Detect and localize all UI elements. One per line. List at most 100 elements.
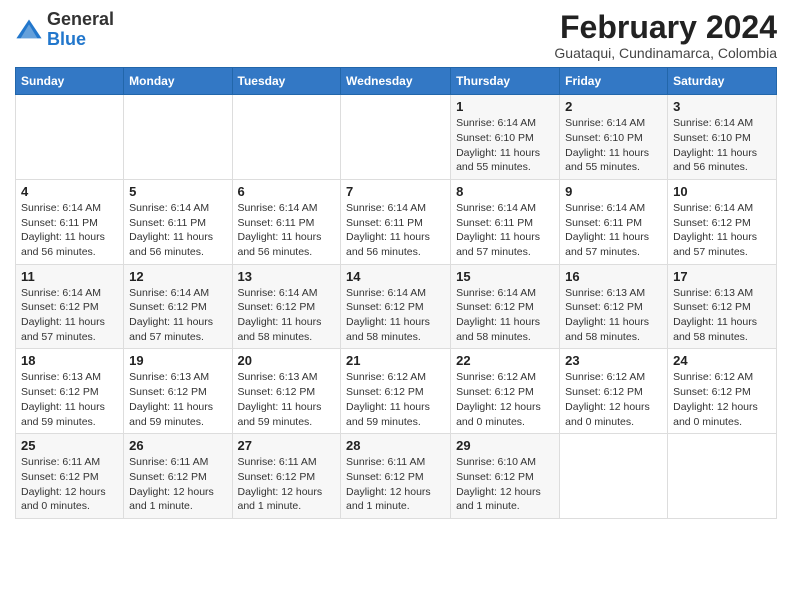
day-info: Sunrise: 6:14 AMSunset: 6:12 PMDaylight:… (129, 286, 226, 345)
day-info: Sunrise: 6:14 AMSunset: 6:12 PMDaylight:… (456, 286, 554, 345)
day-number: 5 (129, 184, 226, 199)
logo-text: General Blue (47, 10, 114, 50)
day-cell: 4Sunrise: 6:14 AMSunset: 6:11 PMDaylight… (16, 179, 124, 264)
day-cell: 29 Sunrise: 6:10 AMSunset: 6:12 PMDayligh… (451, 434, 560, 519)
day-cell: 25 Sunrise: 6:11 AMSunset: 6:12 PMDayligh… (16, 434, 124, 519)
day-info: Sunrise: 6:14 AMSunset: 6:10 PMDaylight:… (673, 116, 771, 175)
day-number: 26 (129, 438, 226, 453)
day-cell: 3 Sunrise: 6:14 AMSunset: 6:10 PMDaylight… (668, 95, 777, 180)
day-header-tuesday: Tuesday (232, 68, 341, 95)
day-header-friday: Friday (560, 68, 668, 95)
day-cell: 21 Sunrise: 6:12 AMSunset: 6:12 PMDayligh… (341, 349, 451, 434)
day-cell: 20Sunrise: 6:13 AMSunset: 6:12 PMDayligh… (232, 349, 341, 434)
day-number: 2 (565, 99, 662, 114)
day-info: Sunrise: 6:14 AMSunset: 6:11 PMDaylight:… (346, 201, 445, 260)
day-info: Sunrise: 6:11 AMSunset: 6:12 PMDaylight:… (238, 455, 336, 514)
day-number: 8 (456, 184, 554, 199)
day-header-sunday: Sunday (16, 68, 124, 95)
day-info: Sunrise: 6:14 AMSunset: 6:11 PMDaylight:… (565, 201, 662, 260)
day-number: 21 (346, 353, 445, 368)
day-number: 15 (456, 269, 554, 284)
day-number: 22 (456, 353, 554, 368)
day-number: 17 (673, 269, 771, 284)
day-cell: 22 Sunrise: 6:12 AMSunset: 6:12 PMDayligh… (451, 349, 560, 434)
day-header-saturday: Saturday (668, 68, 777, 95)
day-cell: 19 Sunrise: 6:13 AMSunset: 6:12 PMDayligh… (124, 349, 232, 434)
day-info: Sunrise: 6:10 AMSunset: 6:12 PMDaylight:… (456, 455, 554, 514)
day-cell (341, 95, 451, 180)
day-number: 28 (346, 438, 445, 453)
day-info: Sunrise: 6:14 AMSunset: 6:10 PMDaylight:… (565, 116, 662, 175)
day-cell: 28 Sunrise: 6:11 AMSunset: 6:12 PMDayligh… (341, 434, 451, 519)
day-cell: 16Sunrise: 6:13 AMSunset: 6:12 PMDayligh… (560, 264, 668, 349)
day-cell: 10 Sunrise: 6:14 AMSunset: 6:12 PMDayligh… (668, 179, 777, 264)
day-cell (668, 434, 777, 519)
day-info: Sunrise: 6:14 AMSunset: 6:10 PMDaylight:… (456, 116, 554, 175)
calendar-header-row: SundayMondayTuesdayWednesdayThursdayFrid… (16, 68, 777, 95)
day-info: Sunrise: 6:14 AMSunset: 6:12 PMDaylight:… (238, 286, 336, 345)
day-info: Sunrise: 6:12 AMSunset: 6:12 PMDaylight:… (456, 370, 554, 429)
day-number: 16 (565, 269, 662, 284)
week-row-4: 18 Sunrise: 6:13 AMSunset: 6:12 PMDayligh… (16, 349, 777, 434)
day-info: Sunrise: 6:11 AMSunset: 6:12 PMDaylight:… (21, 455, 118, 514)
day-info: Sunrise: 6:14 AMSunset: 6:11 PMDaylight:… (129, 201, 226, 260)
day-info: Sunrise: 6:12 AMSunset: 6:12 PMDaylight:… (565, 370, 662, 429)
day-number: 6 (238, 184, 336, 199)
calendar-table: SundayMondayTuesdayWednesdayThursdayFrid… (15, 67, 777, 519)
day-cell: 2 Sunrise: 6:14 AMSunset: 6:10 PMDaylight… (560, 95, 668, 180)
day-number: 12 (129, 269, 226, 284)
day-cell: 8Sunrise: 6:14 AMSunset: 6:11 PMDaylight… (451, 179, 560, 264)
day-cell: 11 Sunrise: 6:14 AMSunset: 6:12 PMDayligh… (16, 264, 124, 349)
day-cell: 15 Sunrise: 6:14 AMSunset: 6:12 PMDayligh… (451, 264, 560, 349)
week-row-2: 4 Sunrise: 6:14 AMSunset: 6:11 PMDaylight… (16, 179, 777, 264)
day-cell: 14 Sunrise: 6:14 AMSunset: 6:12 PMDayligh… (341, 264, 451, 349)
day-info: Sunrise: 6:13 AMSunset: 6:12 PMDaylight:… (673, 286, 771, 345)
day-number: 19 (129, 353, 226, 368)
logo-icon (15, 16, 43, 44)
day-cell: 26 Sunrise: 6:11 AMSunset: 6:12 PMDayligh… (124, 434, 232, 519)
day-number: 7 (346, 184, 445, 199)
day-number: 14 (346, 269, 445, 284)
day-number: 11 (21, 269, 118, 284)
day-info: Sunrise: 6:14 AMSunset: 6:12 PMDaylight:… (346, 286, 445, 345)
day-info: Sunrise: 6:13 AMSunset: 6:12 PMDaylight:… (21, 370, 118, 429)
day-info: Sunrise: 6:12 AMSunset: 6:12 PMDaylight:… (673, 370, 771, 429)
day-number: 27 (238, 438, 336, 453)
month-year-title: February 2024 (554, 10, 777, 45)
day-info: Sunrise: 6:11 AMSunset: 6:12 PMDaylight:… (346, 455, 445, 514)
day-info: Sunrise: 6:14 AMSunset: 6:12 PMDaylight:… (673, 201, 771, 260)
location-subtitle: Guataqui, Cundinamarca, Colombia (554, 45, 777, 61)
day-number: 23 (565, 353, 662, 368)
day-cell (16, 95, 124, 180)
day-cell: 1 Sunrise: 6:14 AMSunset: 6:10 PMDaylight… (451, 95, 560, 180)
day-info: Sunrise: 6:12 AMSunset: 6:12 PMDaylight:… (346, 370, 445, 429)
day-number: 29 (456, 438, 554, 453)
day-number: 13 (238, 269, 336, 284)
day-header-wednesday: Wednesday (341, 68, 451, 95)
page-header: General Blue February 2024 Guataqui, Cun… (15, 10, 777, 61)
day-number: 25 (21, 438, 118, 453)
week-row-3: 11 Sunrise: 6:14 AMSunset: 6:12 PMDayligh… (16, 264, 777, 349)
day-info: Sunrise: 6:14 AMSunset: 6:12 PMDaylight:… (21, 286, 118, 345)
day-number: 4 (21, 184, 118, 199)
day-cell: 6Sunrise: 6:14 AMSunset: 6:11 PMDaylight… (232, 179, 341, 264)
day-header-thursday: Thursday (451, 68, 560, 95)
day-cell (124, 95, 232, 180)
day-number: 1 (456, 99, 554, 114)
day-info: Sunrise: 6:11 AMSunset: 6:12 PMDaylight:… (129, 455, 226, 514)
day-cell: 23 Sunrise: 6:12 AMSunset: 6:12 PMDayligh… (560, 349, 668, 434)
day-number: 24 (673, 353, 771, 368)
day-cell: 12 Sunrise: 6:14 AMSunset: 6:12 PMDayligh… (124, 264, 232, 349)
day-cell: 5 Sunrise: 6:14 AMSunset: 6:11 PMDaylight… (124, 179, 232, 264)
day-cell: 7 Sunrise: 6:14 AMSunset: 6:11 PMDaylight… (341, 179, 451, 264)
day-cell: 27 Sunrise: 6:11 AMSunset: 6:12 PMDayligh… (232, 434, 341, 519)
day-cell (560, 434, 668, 519)
day-number: 10 (673, 184, 771, 199)
day-number: 3 (673, 99, 771, 114)
week-row-5: 25 Sunrise: 6:11 AMSunset: 6:12 PMDayligh… (16, 434, 777, 519)
day-cell (232, 95, 341, 180)
day-number: 18 (21, 353, 118, 368)
week-row-1: 1 Sunrise: 6:14 AMSunset: 6:10 PMDaylight… (16, 95, 777, 180)
day-cell: 17 Sunrise: 6:13 AMSunset: 6:12 PMDayligh… (668, 264, 777, 349)
day-info: Sunrise: 6:13 AMSunset: 6:12 PMDaylight:… (129, 370, 226, 429)
